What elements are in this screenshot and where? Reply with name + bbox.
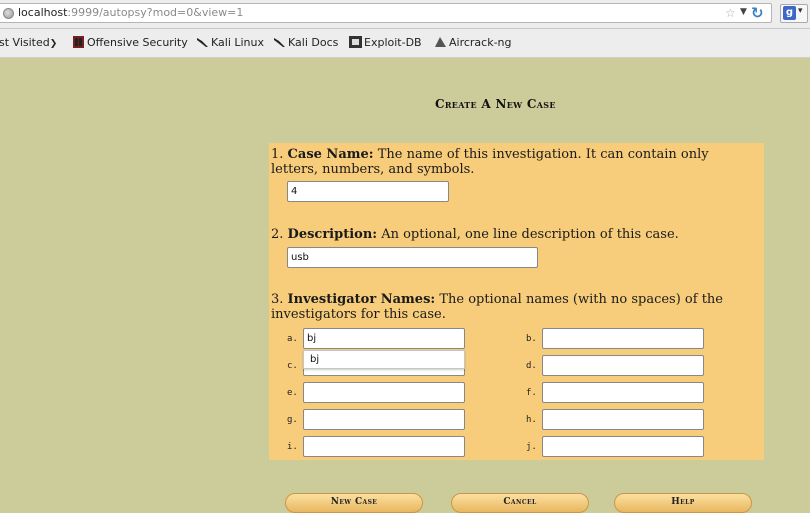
investigator-g-input[interactable] xyxy=(303,409,465,430)
investigator-section: 3. Investigator Names: The optional name… xyxy=(271,292,723,322)
bookmark-label: st Visited xyxy=(0,36,50,49)
investigator-c-label: c. xyxy=(287,361,298,371)
bookmarks-toolbar: st Visited❯ Offensive Security Kali Linu… xyxy=(0,29,810,58)
chevron-down-icon: ❯ xyxy=(49,39,58,49)
investigator-d-label: d. xyxy=(526,361,537,371)
bookmark-exploit-db[interactable]: Exploit-DB xyxy=(349,36,422,49)
investigator-a-label: a. xyxy=(287,334,298,344)
case-name-label: Case Name: xyxy=(287,147,374,162)
case-name-input[interactable] xyxy=(287,181,449,202)
investigator-a-input[interactable] xyxy=(303,328,465,349)
bookmark-star-icon[interactable]: ☆ xyxy=(725,6,736,20)
bookmark-label: Exploit-DB xyxy=(364,36,422,49)
bookmark-aircrack-ng[interactable]: Aircrack-ng xyxy=(434,36,512,49)
globe-icon xyxy=(3,8,14,19)
description-input[interactable] xyxy=(287,247,538,268)
cancel-button[interactable]: Cancel xyxy=(451,493,589,513)
offsec-icon xyxy=(72,36,85,48)
investigator-i-input[interactable] xyxy=(303,436,465,457)
description-label: Description: xyxy=(287,227,378,242)
investigator-d-input[interactable] xyxy=(542,355,704,376)
aircrack-icon xyxy=(434,36,447,48)
investigator-h-label: h. xyxy=(526,415,537,425)
browser-toolbar: localhost:9999/autopsy?mod=0&view=1 ☆ ▼ … xyxy=(0,0,810,29)
investigator-e-label: e. xyxy=(287,388,298,398)
bookmark-label: Kali Docs xyxy=(288,36,339,49)
reload-icon[interactable]: ↻ xyxy=(751,4,764,22)
investigator-j-label: j. xyxy=(526,442,537,452)
description-section: 2. Description: An optional, one line de… xyxy=(271,227,679,242)
bookmark-offensive-security[interactable]: Offensive Security xyxy=(72,36,188,49)
help-button[interactable]: Help xyxy=(614,493,752,513)
investigator-j-input[interactable] xyxy=(542,436,704,457)
investigator-b-label: b. xyxy=(526,334,537,344)
chevron-down-icon: ▾ xyxy=(798,6,803,16)
bookmark-label: Offensive Security xyxy=(87,36,188,49)
kali-icon xyxy=(273,36,286,48)
investigator-b-input[interactable] xyxy=(542,328,704,349)
search-engine-selector[interactable]: g ▾ xyxy=(780,4,808,23)
investigator-h-input[interactable] xyxy=(542,409,704,430)
investigator-g-label: g. xyxy=(287,415,298,425)
bookmark-most-visited[interactable]: st Visited❯ xyxy=(0,36,57,49)
autocomplete-suggestion[interactable]: bj xyxy=(303,350,465,369)
google-icon: g xyxy=(783,6,796,20)
investigator-f-label: f. xyxy=(526,388,537,398)
page-title: Create A New Case xyxy=(435,97,556,111)
url-bar[interactable]: localhost:9999/autopsy?mod=0&view=1 ☆ ▼ … xyxy=(0,3,772,23)
investigator-label: Investigator Names: xyxy=(287,292,436,307)
exploitdb-icon xyxy=(349,36,362,48)
investigator-f-input[interactable] xyxy=(542,382,704,403)
bookmark-label: Aircrack-ng xyxy=(449,36,512,49)
kali-icon xyxy=(196,36,209,48)
bookmark-kali-linux[interactable]: Kali Linux xyxy=(196,36,264,49)
new-case-button[interactable]: New Case xyxy=(285,493,423,513)
url-history-dropdown-icon[interactable]: ▼ xyxy=(740,7,747,17)
investigator-e-input[interactable] xyxy=(303,382,465,403)
case-name-section: 1. Case Name: The name of this investiga… xyxy=(271,147,709,177)
bookmark-label: Kali Linux xyxy=(211,36,265,49)
bookmark-kali-docs[interactable]: Kali Docs xyxy=(273,36,338,49)
investigator-i-label: i. xyxy=(287,442,298,452)
url-text: localhost:9999/autopsy?mod=0&view=1 xyxy=(18,6,244,19)
